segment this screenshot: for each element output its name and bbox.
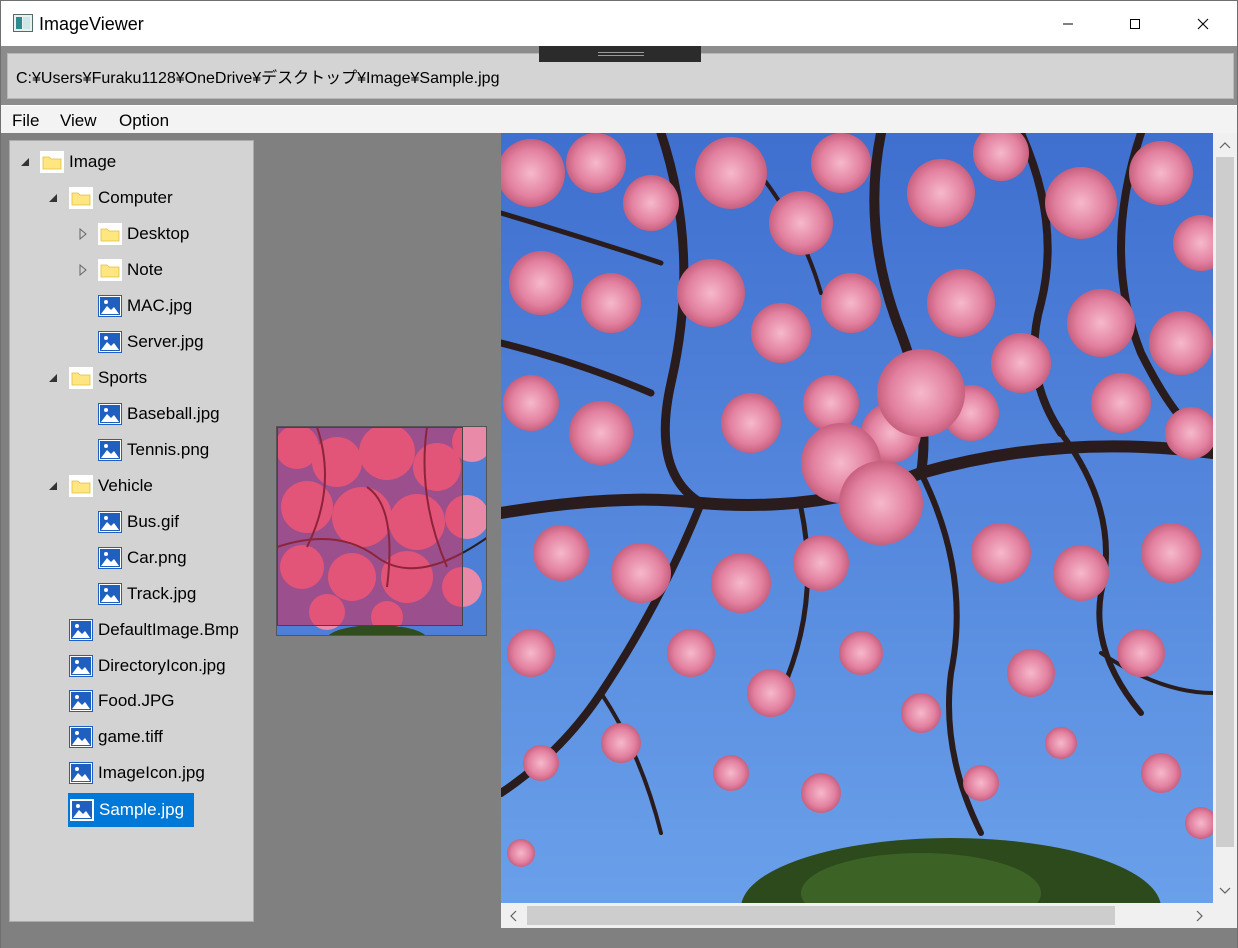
menu-view[interactable]: View <box>60 111 97 131</box>
image-file-icon <box>98 403 122 425</box>
current-file-path: C:¥Users¥Furaku1128¥OneDrive¥デスクトップ¥Imag… <box>16 70 500 87</box>
image-file-icon <box>69 655 93 677</box>
tree-item-label: Server.jpg <box>127 332 204 351</box>
tree-item-food-jpg[interactable]: Food.JPG <box>69 686 175 716</box>
tree-item-label: Food.JPG <box>98 691 175 710</box>
image-file-icon <box>70 799 94 821</box>
folder-icon <box>69 367 93 389</box>
menu-file[interactable]: File <box>12 111 39 131</box>
scroll-right-arrow-icon[interactable] <box>1191 906 1209 925</box>
folder-icon <box>69 187 93 209</box>
tree-item-label: Sample.jpg <box>99 800 185 819</box>
image-file-icon <box>98 583 122 605</box>
image-file-icon <box>69 726 93 748</box>
collapse-arrow-icon[interactable] <box>47 372 59 384</box>
viewport-indicator[interactable] <box>277 427 463 626</box>
vertical-scroll-thumb[interactable] <box>1216 157 1234 847</box>
tree-item-car-png[interactable]: Car.png <box>98 543 187 573</box>
collapse-arrow-icon[interactable] <box>47 192 59 204</box>
close-icon <box>1197 18 1209 29</box>
menu-bar: File View Option <box>1 106 1237 133</box>
maximize-button[interactable] <box>1101 1 1169 46</box>
tree-item-baseball-jpg[interactable]: Baseball.jpg <box>98 399 220 429</box>
tree-item-vehicle[interactable]: Vehicle <box>69 471 153 501</box>
sample-image <box>501 133 1213 903</box>
tree-item-tennis-png[interactable]: Tennis.png <box>98 435 209 465</box>
tree-item-computer[interactable]: Computer <box>69 183 173 213</box>
minimize-icon <box>1063 23 1073 24</box>
horizontal-scroll-thumb[interactable] <box>527 906 1115 925</box>
image-viewer-app-icon <box>13 14 33 32</box>
path-bar-container: C:¥Users¥Furaku1128¥OneDrive¥デスクトップ¥Imag… <box>1 46 1237 105</box>
folder-icon <box>40 151 64 173</box>
tree-item-label: Sports <box>98 368 148 387</box>
image-file-icon <box>69 619 93 641</box>
tree-item-imageicon-jpg[interactable]: ImageIcon.jpg <box>69 758 205 788</box>
tree-item-label: DefaultImage.Bmp <box>98 620 239 639</box>
tree-item-label: Baseball.jpg <box>127 404 220 423</box>
tree-item-label: MAC.jpg <box>127 296 193 315</box>
vertical-scrollbar[interactable] <box>1213 133 1237 903</box>
tree-item-sports[interactable]: Sports <box>69 363 147 393</box>
image-file-icon <box>98 511 122 533</box>
tree-item-label: Track.jpg <box>127 584 197 603</box>
maximize-icon <box>1130 18 1140 29</box>
folder-icon <box>98 259 122 281</box>
main-image-view[interactable] <box>501 133 1213 903</box>
tree-item-label: Image <box>69 152 117 171</box>
folder-tree[interactable]: Image Computer Desktop Note MAC.jpg Serv… <box>9 140 254 922</box>
image-file-icon <box>98 439 122 461</box>
scroll-down-arrow-icon[interactable] <box>1216 882 1234 900</box>
tree-item-label: game.tiff <box>98 727 163 746</box>
tree-item-server-jpg[interactable]: Server.jpg <box>98 327 204 357</box>
image-file-icon <box>69 762 93 784</box>
tree-item-bus-gif[interactable]: Bus.gif <box>98 507 179 537</box>
image-file-icon <box>98 331 122 353</box>
tree-item-label: ImageIcon.jpg <box>98 763 205 782</box>
tree-item-label: Computer <box>98 188 173 207</box>
menu-option[interactable]: Option <box>119 111 169 131</box>
minimize-button[interactable] <box>1034 1 1102 46</box>
tree-item-sample-jpg[interactable]: Sample.jpg <box>68 793 194 827</box>
scroll-left-arrow-icon[interactable] <box>504 906 522 925</box>
tree-item-label: Car.png <box>127 548 187 567</box>
drag-grip-handle[interactable] <box>539 46 701 62</box>
image-file-icon <box>98 547 122 569</box>
folder-icon <box>69 475 93 497</box>
tree-item-image[interactable]: Image <box>40 147 116 177</box>
tree-item-label: Bus.gif <box>127 512 179 531</box>
scrollbar-corner <box>1213 903 1237 928</box>
tree-item-label: DirectoryIcon.jpg <box>98 656 226 675</box>
image-file-icon <box>98 295 122 317</box>
close-button[interactable] <box>1169 1 1237 46</box>
tree-item-note[interactable]: Note <box>98 255 163 285</box>
tree-item-desktop[interactable]: Desktop <box>98 219 189 249</box>
tree-item-label: Tennis.png <box>127 440 210 459</box>
tree-item-mac-jpg[interactable]: MAC.jpg <box>98 291 192 321</box>
tree-item-game-tiff[interactable]: game.tiff <box>69 722 163 752</box>
tree-item-label: Desktop <box>127 224 190 243</box>
collapse-arrow-icon[interactable] <box>47 480 59 492</box>
tree-item-label: Note <box>127 260 163 279</box>
expand-arrow-icon[interactable] <box>77 228 89 240</box>
folder-icon <box>98 223 122 245</box>
image-file-icon <box>69 690 93 712</box>
tree-item-defaultimage-bmp[interactable]: DefaultImage.Bmp <box>69 615 239 645</box>
horizontal-scrollbar[interactable] <box>501 903 1213 928</box>
content-area: Image Computer Desktop Note MAC.jpg Serv… <box>1 133 1237 948</box>
title-bar: ImageViewer <box>1 1 1237 46</box>
window-title: ImageViewer <box>39 14 144 34</box>
scroll-up-arrow-icon[interactable] <box>1216 136 1234 154</box>
tree-item-directoryicon-jpg[interactable]: DirectoryIcon.jpg <box>69 651 226 681</box>
tree-item-label: Vehicle <box>98 476 153 495</box>
tree-item-track-jpg[interactable]: Track.jpg <box>98 579 196 609</box>
expand-arrow-icon[interactable] <box>77 264 89 276</box>
navigator-thumbnail[interactable] <box>276 426 487 636</box>
image-viewer-window: ImageViewer C:¥Users¥Furaku1128¥OneDrive… <box>0 0 1238 948</box>
collapse-arrow-icon[interactable] <box>19 156 31 168</box>
